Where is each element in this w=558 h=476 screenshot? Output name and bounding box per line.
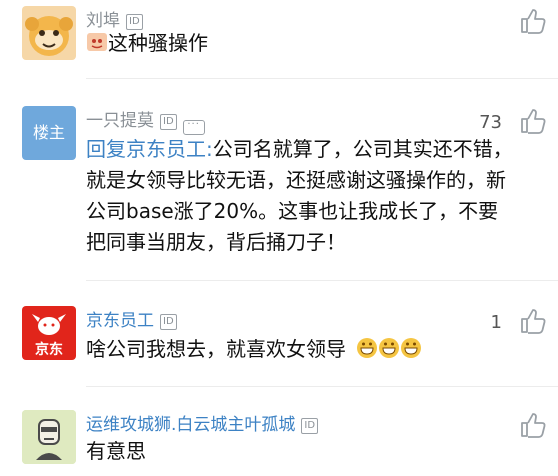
thumbs-up-icon[interactable]	[518, 410, 548, 440]
user-name[interactable]: 运维攻城狮.白云城主叶孤城 ID	[86, 410, 319, 435]
user-name[interactable]: 京东员工 ID	[86, 306, 177, 331]
comment-text: 有意思	[86, 439, 146, 463]
id-badge: ID	[301, 418, 319, 434]
sticker-icon	[86, 31, 108, 53]
like-count: 73	[479, 112, 502, 133]
louzhu-label: 楼主	[32, 123, 65, 142]
reply-prefix[interactable]: 回复京东员工:	[86, 137, 213, 161]
jd-label: 京东	[35, 342, 63, 358]
like-count: 1	[490, 312, 502, 333]
divider	[86, 386, 558, 387]
thumbs-up-icon[interactable]	[518, 306, 548, 336]
comment-text: 这种骚操作	[86, 28, 516, 59]
id-badge: ID	[160, 314, 177, 330]
avatar[interactable]	[22, 410, 76, 464]
grin-emoji-icon	[356, 337, 422, 361]
user-name[interactable]: 一只提莫 ID ···	[86, 106, 205, 135]
avatar[interactable]	[22, 6, 76, 60]
avatar-image	[22, 6, 76, 60]
divider	[86, 280, 558, 281]
avatar[interactable]: 京东	[22, 306, 76, 360]
thumbs-up-icon[interactable]	[518, 6, 548, 36]
comment-text: 回复京东员工:公司名就算了，公司其实还不错，就是女领导比较无语，还挺感谢这骚操作…	[86, 137, 513, 254]
message-icon: ···	[182, 120, 205, 135]
divider	[86, 78, 558, 79]
thumbs-up-icon[interactable]	[518, 106, 548, 136]
avatar-image	[22, 410, 76, 464]
avatar[interactable]: 楼主	[22, 106, 76, 160]
comment-text: 啥公司我想去，就喜欢女领导	[86, 334, 516, 365]
id-badge: ID	[160, 114, 177, 130]
